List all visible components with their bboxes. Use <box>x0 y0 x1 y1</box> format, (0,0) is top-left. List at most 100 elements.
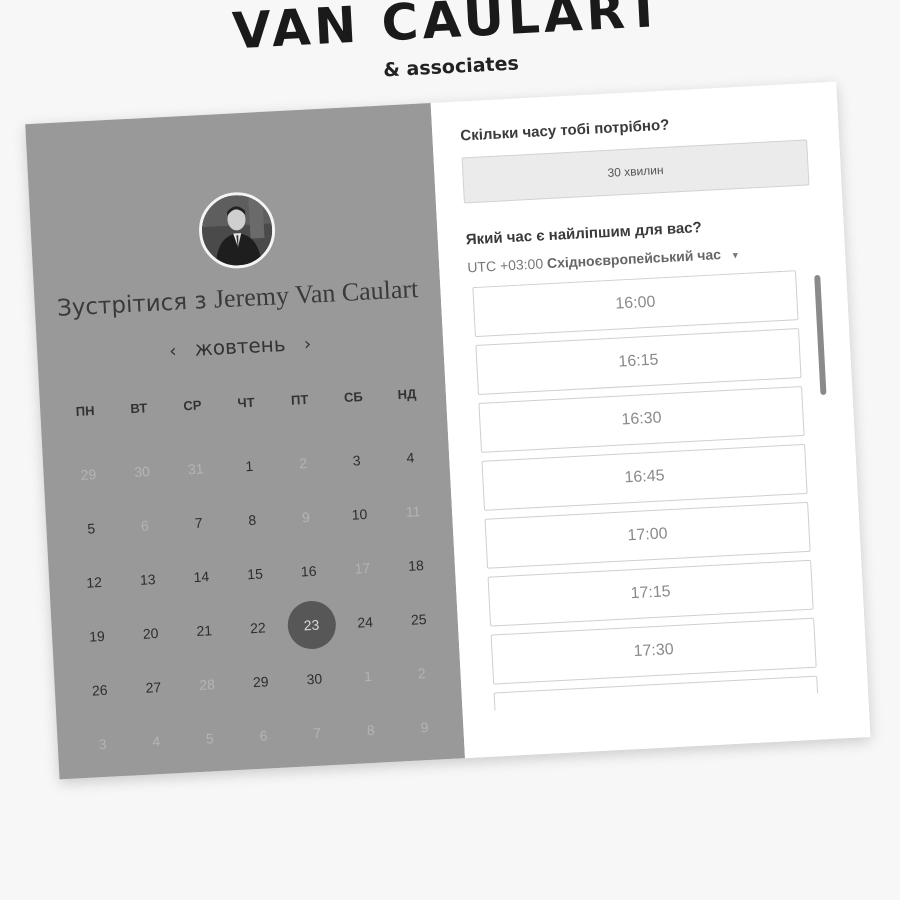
calendar-day[interactable]: 7 <box>170 494 226 551</box>
calendar-day: 29 <box>60 446 116 503</box>
avatar-photo <box>200 193 274 268</box>
day-number: 23 <box>286 599 337 651</box>
calendar-day: 11 <box>385 483 441 540</box>
duration-select[interactable]: 30 хвилин <box>461 139 810 204</box>
calendar-day[interactable]: 3 <box>328 432 384 489</box>
day-number: 7 <box>312 724 322 742</box>
meeting-title: Зустрітися з Jeremy Van Caulart <box>34 273 441 324</box>
calendar-day[interactable]: 30 <box>286 651 342 708</box>
calendar-day[interactable]: 27 <box>125 659 181 716</box>
chevron-left-icon[interactable]: ‹ <box>157 340 189 363</box>
calendar-day[interactable]: 13 <box>120 551 176 608</box>
calendar-day[interactable]: 10 <box>331 486 387 543</box>
time-slot-button[interactable]: 16:15 <box>475 328 802 395</box>
calendar-day: 6 <box>235 707 291 764</box>
day-number: 8 <box>247 511 257 529</box>
day-number: 6 <box>259 727 268 744</box>
calendar-day[interactable]: 16 <box>280 543 336 600</box>
day-number: 3 <box>352 452 361 469</box>
calendar-day[interactable]: 15 <box>227 546 283 603</box>
day-number: 25 <box>410 610 428 628</box>
page: VAN CAULART & associates Зустрітися з Je… <box>0 0 900 900</box>
day-number: 24 <box>356 613 374 631</box>
day-number: 29 <box>252 673 269 691</box>
weekday-label: ВТ <box>129 400 148 417</box>
day-number: 28 <box>198 676 216 693</box>
calendar-day-selected[interactable]: 23 <box>283 597 339 654</box>
day-number: 18 <box>407 557 425 574</box>
time-slot-button[interactable]: 17:15 <box>487 559 814 627</box>
day-number: 5 <box>87 520 96 537</box>
calendar-day[interactable]: 19 <box>69 608 125 665</box>
calendar-grid: 29 30 31 1 2 3 4 5 6 7 8 9 10 11 12 13 14 15 16 17 18 19 20 21 2… <box>60 429 452 772</box>
calendar-day[interactable]: 21 <box>176 602 232 659</box>
calendar-day[interactable]: 12 <box>66 554 122 611</box>
day-number: 20 <box>142 625 159 642</box>
day-number: 11 <box>405 503 421 520</box>
calendar-day: 9 <box>396 699 452 756</box>
weekday-label: ЧТ <box>237 394 256 411</box>
calendar-day[interactable]: 29 <box>232 653 288 710</box>
calendar-day[interactable]: 22 <box>230 599 286 656</box>
weekday-label: ПН <box>75 403 95 420</box>
time-question: Який час є найліпшим для вас? <box>465 219 703 249</box>
calendar-day: 30 <box>114 443 170 500</box>
duration-question: Скільки часу тобі потрібно? <box>459 116 670 145</box>
meeting-person: Jeremy Van Caulart <box>213 273 419 314</box>
day-number: 2 <box>298 455 308 472</box>
day-number: 2 <box>417 665 426 682</box>
day-number: 31 <box>187 460 204 478</box>
time-slot-button[interactable]: 16:45 <box>481 443 808 511</box>
calendar-day[interactable]: 18 <box>388 537 444 594</box>
calendar-day: 4 <box>128 713 184 770</box>
calendar-day[interactable]: 5 <box>63 500 119 557</box>
calendar-day: 2 <box>275 435 331 492</box>
booking-card: Зустрітися з Jeremy Van Caulart ‹ жовтен… <box>25 81 871 780</box>
timezone-select[interactable]: UTC +03:00 Східноєвропейський час ▼ <box>467 245 740 275</box>
calendar-day: 1 <box>340 648 396 705</box>
day-number: 10 <box>351 505 368 523</box>
day-number: 1 <box>363 667 373 685</box>
calendar-day[interactable]: 26 <box>72 662 128 719</box>
calendar-day: 3 <box>74 716 130 773</box>
day-number: 9 <box>301 508 311 526</box>
time-slot-button[interactable]: 17:00 <box>484 501 811 569</box>
day-number: 12 <box>85 573 103 591</box>
timezone-name: Східноєвропейський час <box>546 246 722 272</box>
calendar-day[interactable]: 25 <box>391 591 447 648</box>
calendar-day[interactable]: 8 <box>224 492 280 549</box>
calendar-day: 9 <box>278 489 334 546</box>
time-panel: Скільки часу тобі потрібно? 30 хвилин Як… <box>430 81 871 759</box>
day-number: 7 <box>194 514 203 531</box>
weekday-label: СБ <box>343 389 364 405</box>
calendar-day[interactable]: 24 <box>337 594 393 651</box>
caret-down-icon: ▼ <box>730 250 741 261</box>
calendar-day[interactable]: 14 <box>173 548 229 605</box>
month-label: жовтень <box>194 331 287 361</box>
day-number: 14 <box>193 568 210 586</box>
day-number: 5 <box>205 730 215 747</box>
calendar-day: 8 <box>343 702 399 759</box>
day-number: 3 <box>98 735 107 753</box>
time-slot-list: 16:00 16:15 16:30 16:45 17:00 17:15 17:30 <box>468 269 836 711</box>
calendar-day: 28 <box>179 656 235 713</box>
calendar-day[interactable]: 20 <box>122 605 178 662</box>
weekday-label: НД <box>397 386 417 403</box>
calendar-day[interactable]: 1 <box>221 438 277 495</box>
meeting-prefix: Зустрітися з <box>56 288 208 322</box>
timezone-offset: UTC +03:00 <box>466 255 544 276</box>
time-slot-button[interactable]: 16:30 <box>478 386 805 453</box>
day-number: 9 <box>420 719 429 736</box>
day-number: 4 <box>406 449 415 466</box>
day-number: 15 <box>246 565 264 583</box>
day-number: 27 <box>145 678 162 696</box>
weekday-label: ПТ <box>290 391 309 408</box>
day-number: 8 <box>366 721 376 739</box>
day-number: 21 <box>196 622 213 640</box>
time-slot-button[interactable]: 17:30 <box>490 617 817 685</box>
day-number: 30 <box>306 670 323 688</box>
calendar-day[interactable]: 4 <box>382 429 438 486</box>
time-slot-button[interactable]: 16:00 <box>472 270 799 338</box>
chevron-right-icon[interactable]: › <box>291 333 323 356</box>
calendar-day: 5 <box>182 710 238 767</box>
